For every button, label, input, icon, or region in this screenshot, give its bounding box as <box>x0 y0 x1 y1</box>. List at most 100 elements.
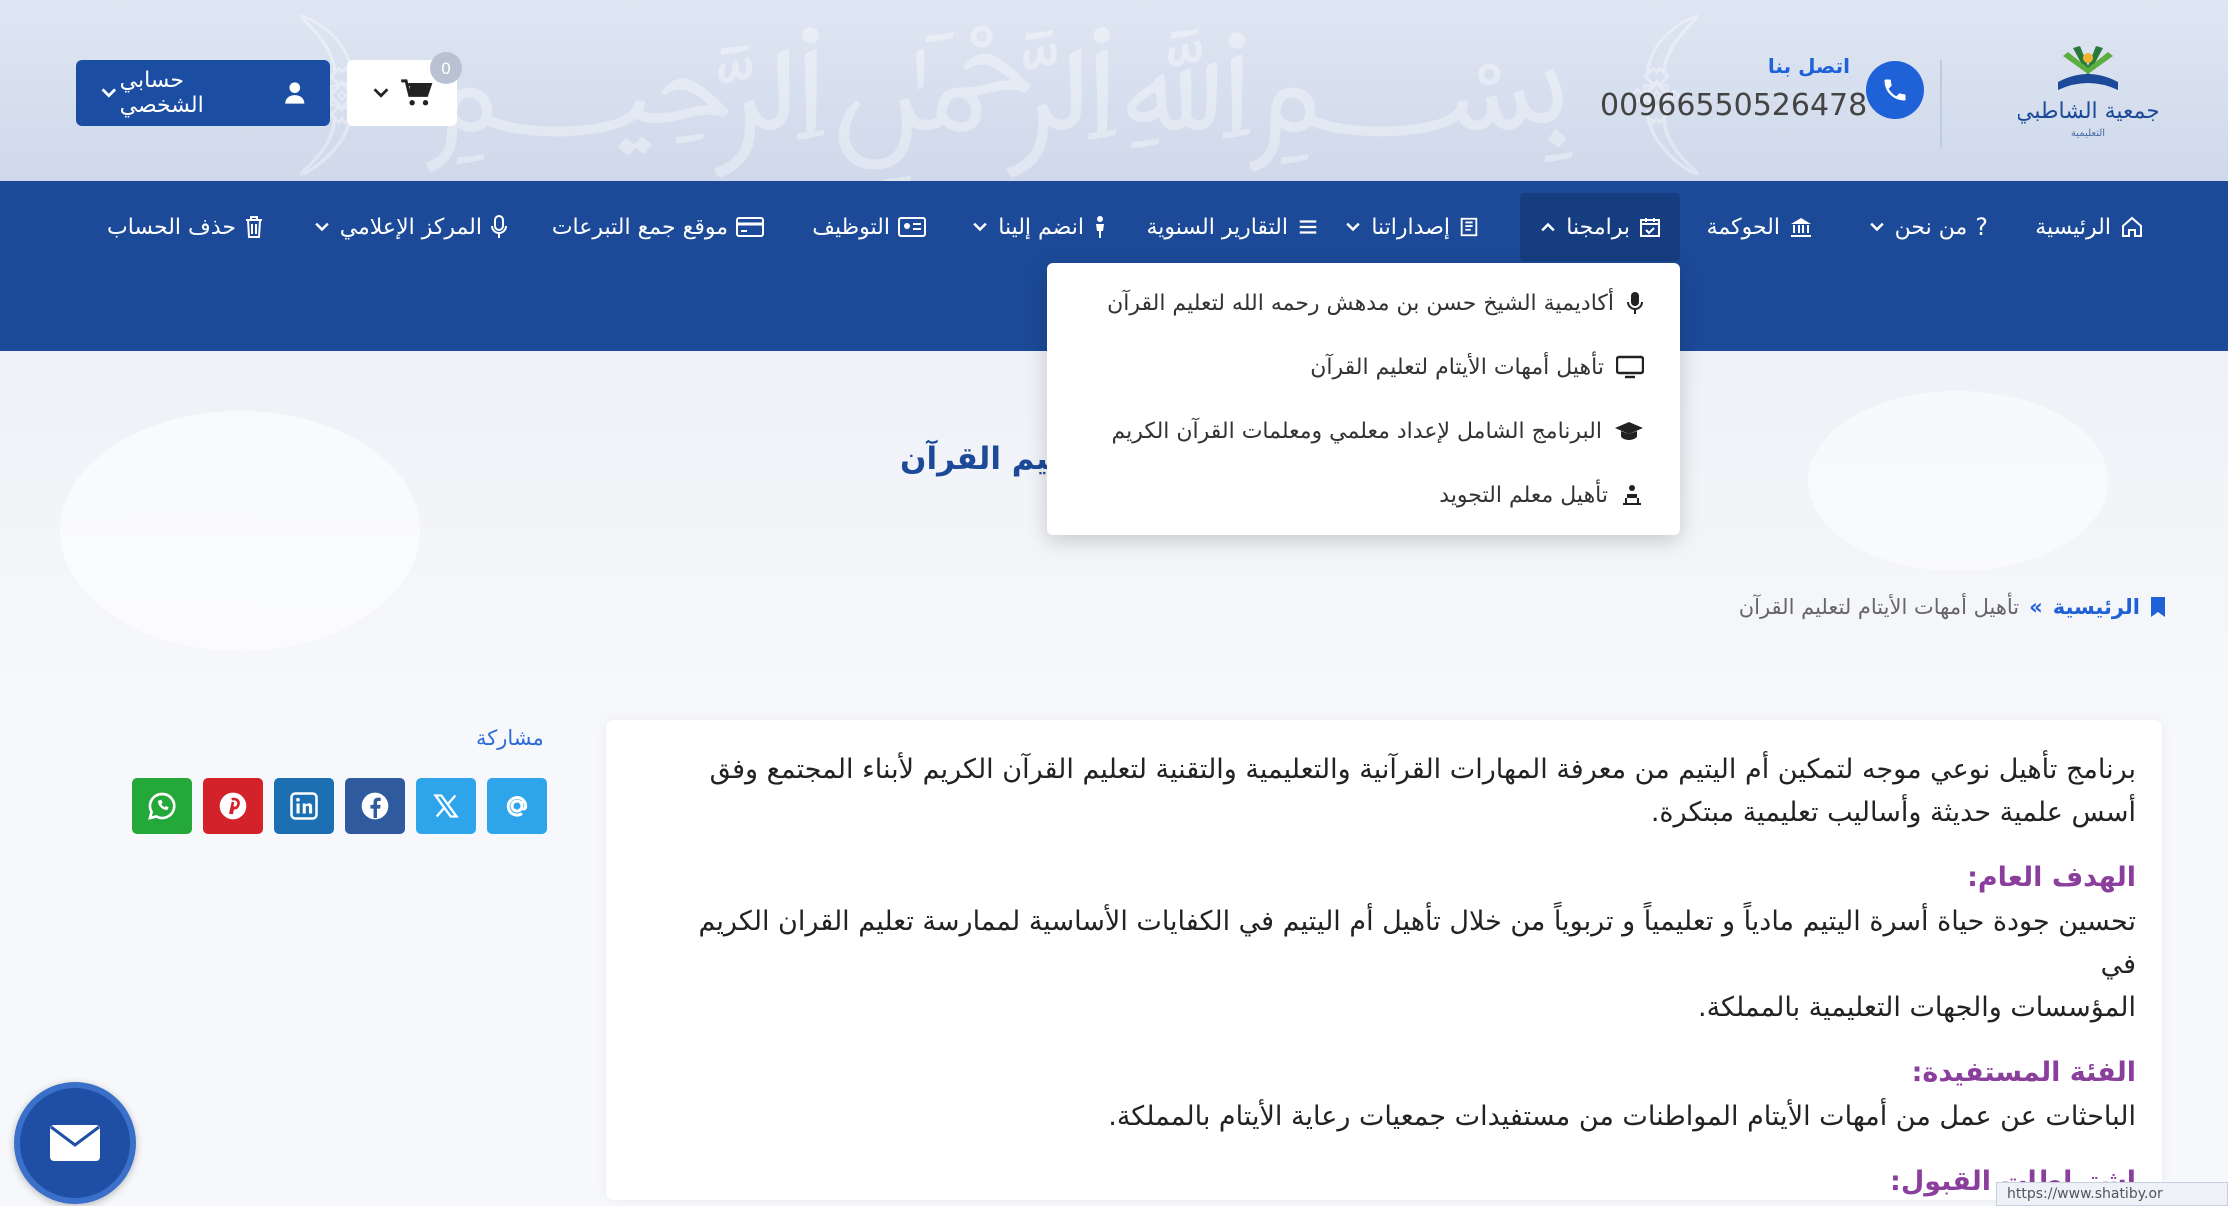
intro-text: برنامج تأهيل نوعي موجه لتمكين أم اليتيم … <box>709 754 2136 785</box>
nav-item-donations[interactable]: موقع جمع التبرعات <box>552 193 764 261</box>
chevron-down-icon <box>314 222 329 232</box>
chevron-down-icon <box>373 88 389 98</box>
goal-heading: الهدف العام: <box>1967 862 2136 893</box>
list-icon <box>1299 220 1317 234</box>
nav-label-annual-reports: التقارير السنوية <box>1146 214 1288 240</box>
nav-label-delete-account: حذف الحساب <box>106 214 236 240</box>
chevron-down-icon <box>1346 222 1361 232</box>
status-bar-url: https://www.shatiby.or <box>1996 1182 2228 1206</box>
nav-item-programs[interactable]: برامجنا <box>1520 193 1680 261</box>
nav-label-about: من نحن <box>1894 214 1968 240</box>
site-logo[interactable]: جمعية الشاطبي التعليمية <box>2016 36 2160 146</box>
nav-label-join-us: انضم إلينا <box>998 214 1084 240</box>
dropdown-label-teachers-program: البرنامج الشامل لإعداد معلمي ومعلمات الق… <box>1111 418 1602 444</box>
share-linkedin-button[interactable] <box>274 778 334 834</box>
bank-icon <box>1791 218 1811 237</box>
nav-item-governance[interactable]: الحوكمة <box>1707 193 1814 261</box>
share-x-button[interactable] <box>416 778 476 834</box>
nav-item-publications[interactable]: إصداراتنا <box>1343 193 1480 261</box>
cart-count-badge: 0 <box>430 52 462 84</box>
share-buttons <box>132 778 547 834</box>
dropdown-item-tajweed-teacher[interactable]: تأهيل معلم التجويد <box>1439 475 1644 515</box>
nav-item-delete-account[interactable]: حذف الحساب <box>107 193 264 261</box>
graduation-cap-icon <box>1615 422 1643 440</box>
dropdown-item-orphan-mothers[interactable]: تأهيل أمهات الأيتام لتعليم القرآن <box>1310 347 1644 387</box>
book-icon <box>1460 217 1478 237</box>
account-button[interactable]: حسابي الشخصي <box>76 60 330 126</box>
facebook-icon <box>361 792 389 820</box>
dropdown-item-teachers-program[interactable]: البرنامج الشامل لإعداد معلمي ومعلمات الق… <box>1112 411 1644 451</box>
cart-icon <box>401 79 433 106</box>
microphone-icon <box>491 215 507 238</box>
top-header: ﴿ ﷽ ﴾ جمعية الشاطبي التعليمية اتصل بنا 0… <box>0 0 2228 181</box>
at-sign-icon <box>506 796 528 817</box>
microphone-icon <box>1627 292 1643 314</box>
share-whatsapp-button[interactable] <box>132 778 192 834</box>
breadcrumb-home-link[interactable]: الرئيسية <box>2053 595 2140 619</box>
program-description: برنامج تأهيل نوعي موجه لتمكين أم اليتيم … <box>676 748 2136 1204</box>
bookmark-icon <box>2151 597 2165 617</box>
nav-label-donations: موقع جمع التبرعات <box>551 214 728 240</box>
goal-text: تحسين جودة حياة أسرة اليتيم مادياً و تعل… <box>698 906 2136 980</box>
contact-phone-number[interactable]: 00966550526478 <box>1600 88 1867 123</box>
hero-background-decoration <box>60 411 420 651</box>
envelope-icon <box>50 1125 100 1161</box>
goal-text: المؤسسات والجهات التعليمية بالمملكة. <box>1698 992 2136 1023</box>
nav-label-programs: برامجنا <box>1566 214 1630 240</box>
nav-label-media-center: المركز الإعلامي <box>339 214 482 240</box>
breadcrumb: الرئيسية » تأهيل أمهات الأيتام لتعليم ال… <box>1739 595 2166 619</box>
share-pinterest-button[interactable] <box>203 778 263 834</box>
question-icon: ? <box>1975 213 1988 241</box>
trash-icon <box>246 216 262 238</box>
pinterest-icon <box>219 792 247 820</box>
dropdown-label-orphan-mothers: تأهيل أمهات الأيتام لتعليم القرآن <box>1310 354 1604 380</box>
whatsapp-icon <box>148 792 176 820</box>
nav-item-about[interactable]: ? من نحن <box>1867 193 1988 261</box>
user-icon <box>285 82 305 104</box>
account-label: حسابي الشخصي <box>119 68 204 118</box>
dropdown-label-academy: أكاديمية الشيخ حسن بن مدهش رحمه الله لتع… <box>1107 290 1614 316</box>
target-heading: الفئة المستفيدة: <box>1911 1057 2136 1088</box>
chevron-down-icon <box>101 88 117 98</box>
chevron-down-icon <box>973 222 987 232</box>
nav-label-governance: الحوكمة <box>1706 214 1780 240</box>
breadcrumb-separator: » <box>2029 595 2043 619</box>
nav-item-careers[interactable]: التوظيف <box>812 193 926 261</box>
share-email-button[interactable] <box>487 778 547 834</box>
home-icon <box>2122 216 2142 237</box>
nav-item-home[interactable]: الرئيسية <box>2035 193 2145 261</box>
admission-heading: اشتراطات القبول: <box>1890 1166 2136 1197</box>
nav-item-media-center[interactable]: المركز الإعلامي <box>312 193 508 261</box>
hero-background-decoration <box>1808 391 2108 571</box>
phone-icon[interactable] <box>1866 61 1924 119</box>
contact-label[interactable]: اتصل بنا <box>1720 54 1850 78</box>
teacher-icon <box>1623 485 1641 505</box>
breadcrumb-current: تأهيل أمهات الأيتام لتعليم القرآن <box>1738 595 2020 619</box>
x-icon <box>433 794 459 818</box>
id-card-icon <box>898 217 926 237</box>
chevron-down-icon <box>1869 222 1884 232</box>
floating-contact-button[interactable] <box>14 1082 136 1204</box>
target-text: الباحثات عن عمل من أمهات الأيتام المواطن… <box>1108 1101 2136 1132</box>
linkedin-icon <box>290 792 318 820</box>
programs-dropdown-menu: أكاديمية الشيخ حسن بن مدهش رحمه الله لتع… <box>1047 263 1680 535</box>
credit-card-icon <box>736 217 764 237</box>
person-icon <box>1096 216 1104 238</box>
monitor-icon <box>1616 355 1644 379</box>
nav-label-careers: التوظيف <box>812 214 890 240</box>
calendar-check-icon <box>1640 218 1660 237</box>
nav-item-join-us[interactable]: انضم إلينا <box>970 193 1108 261</box>
share-facebook-button[interactable] <box>345 778 405 834</box>
svg-text:جمعية الشاطبي: جمعية الشاطبي <box>2018 99 2158 124</box>
nav-label-publications: إصداراتنا <box>1371 214 1450 240</box>
header-divider <box>1940 60 1942 148</box>
nav-item-annual-reports[interactable]: التقارير السنوية <box>1146 193 1320 261</box>
nav-label-home: الرئيسية <box>2035 214 2111 240</box>
chevron-up-icon <box>1541 222 1556 232</box>
svg-text:التعليمية: التعليمية <box>2071 128 2105 139</box>
calligraphy-background: ﴿ ﷽ ﴾ <box>300 0 1699 165</box>
share-label: مشاركة <box>476 726 544 750</box>
intro-text: أسس علمية حديثة وأساليب تعليمية مبتكرة. <box>1650 797 2136 828</box>
dropdown-label-tajweed-teacher: تأهيل معلم التجويد <box>1439 482 1608 508</box>
dropdown-item-academy[interactable]: أكاديمية الشيخ حسن بن مدهش رحمه الله لتع… <box>1107 283 1644 323</box>
